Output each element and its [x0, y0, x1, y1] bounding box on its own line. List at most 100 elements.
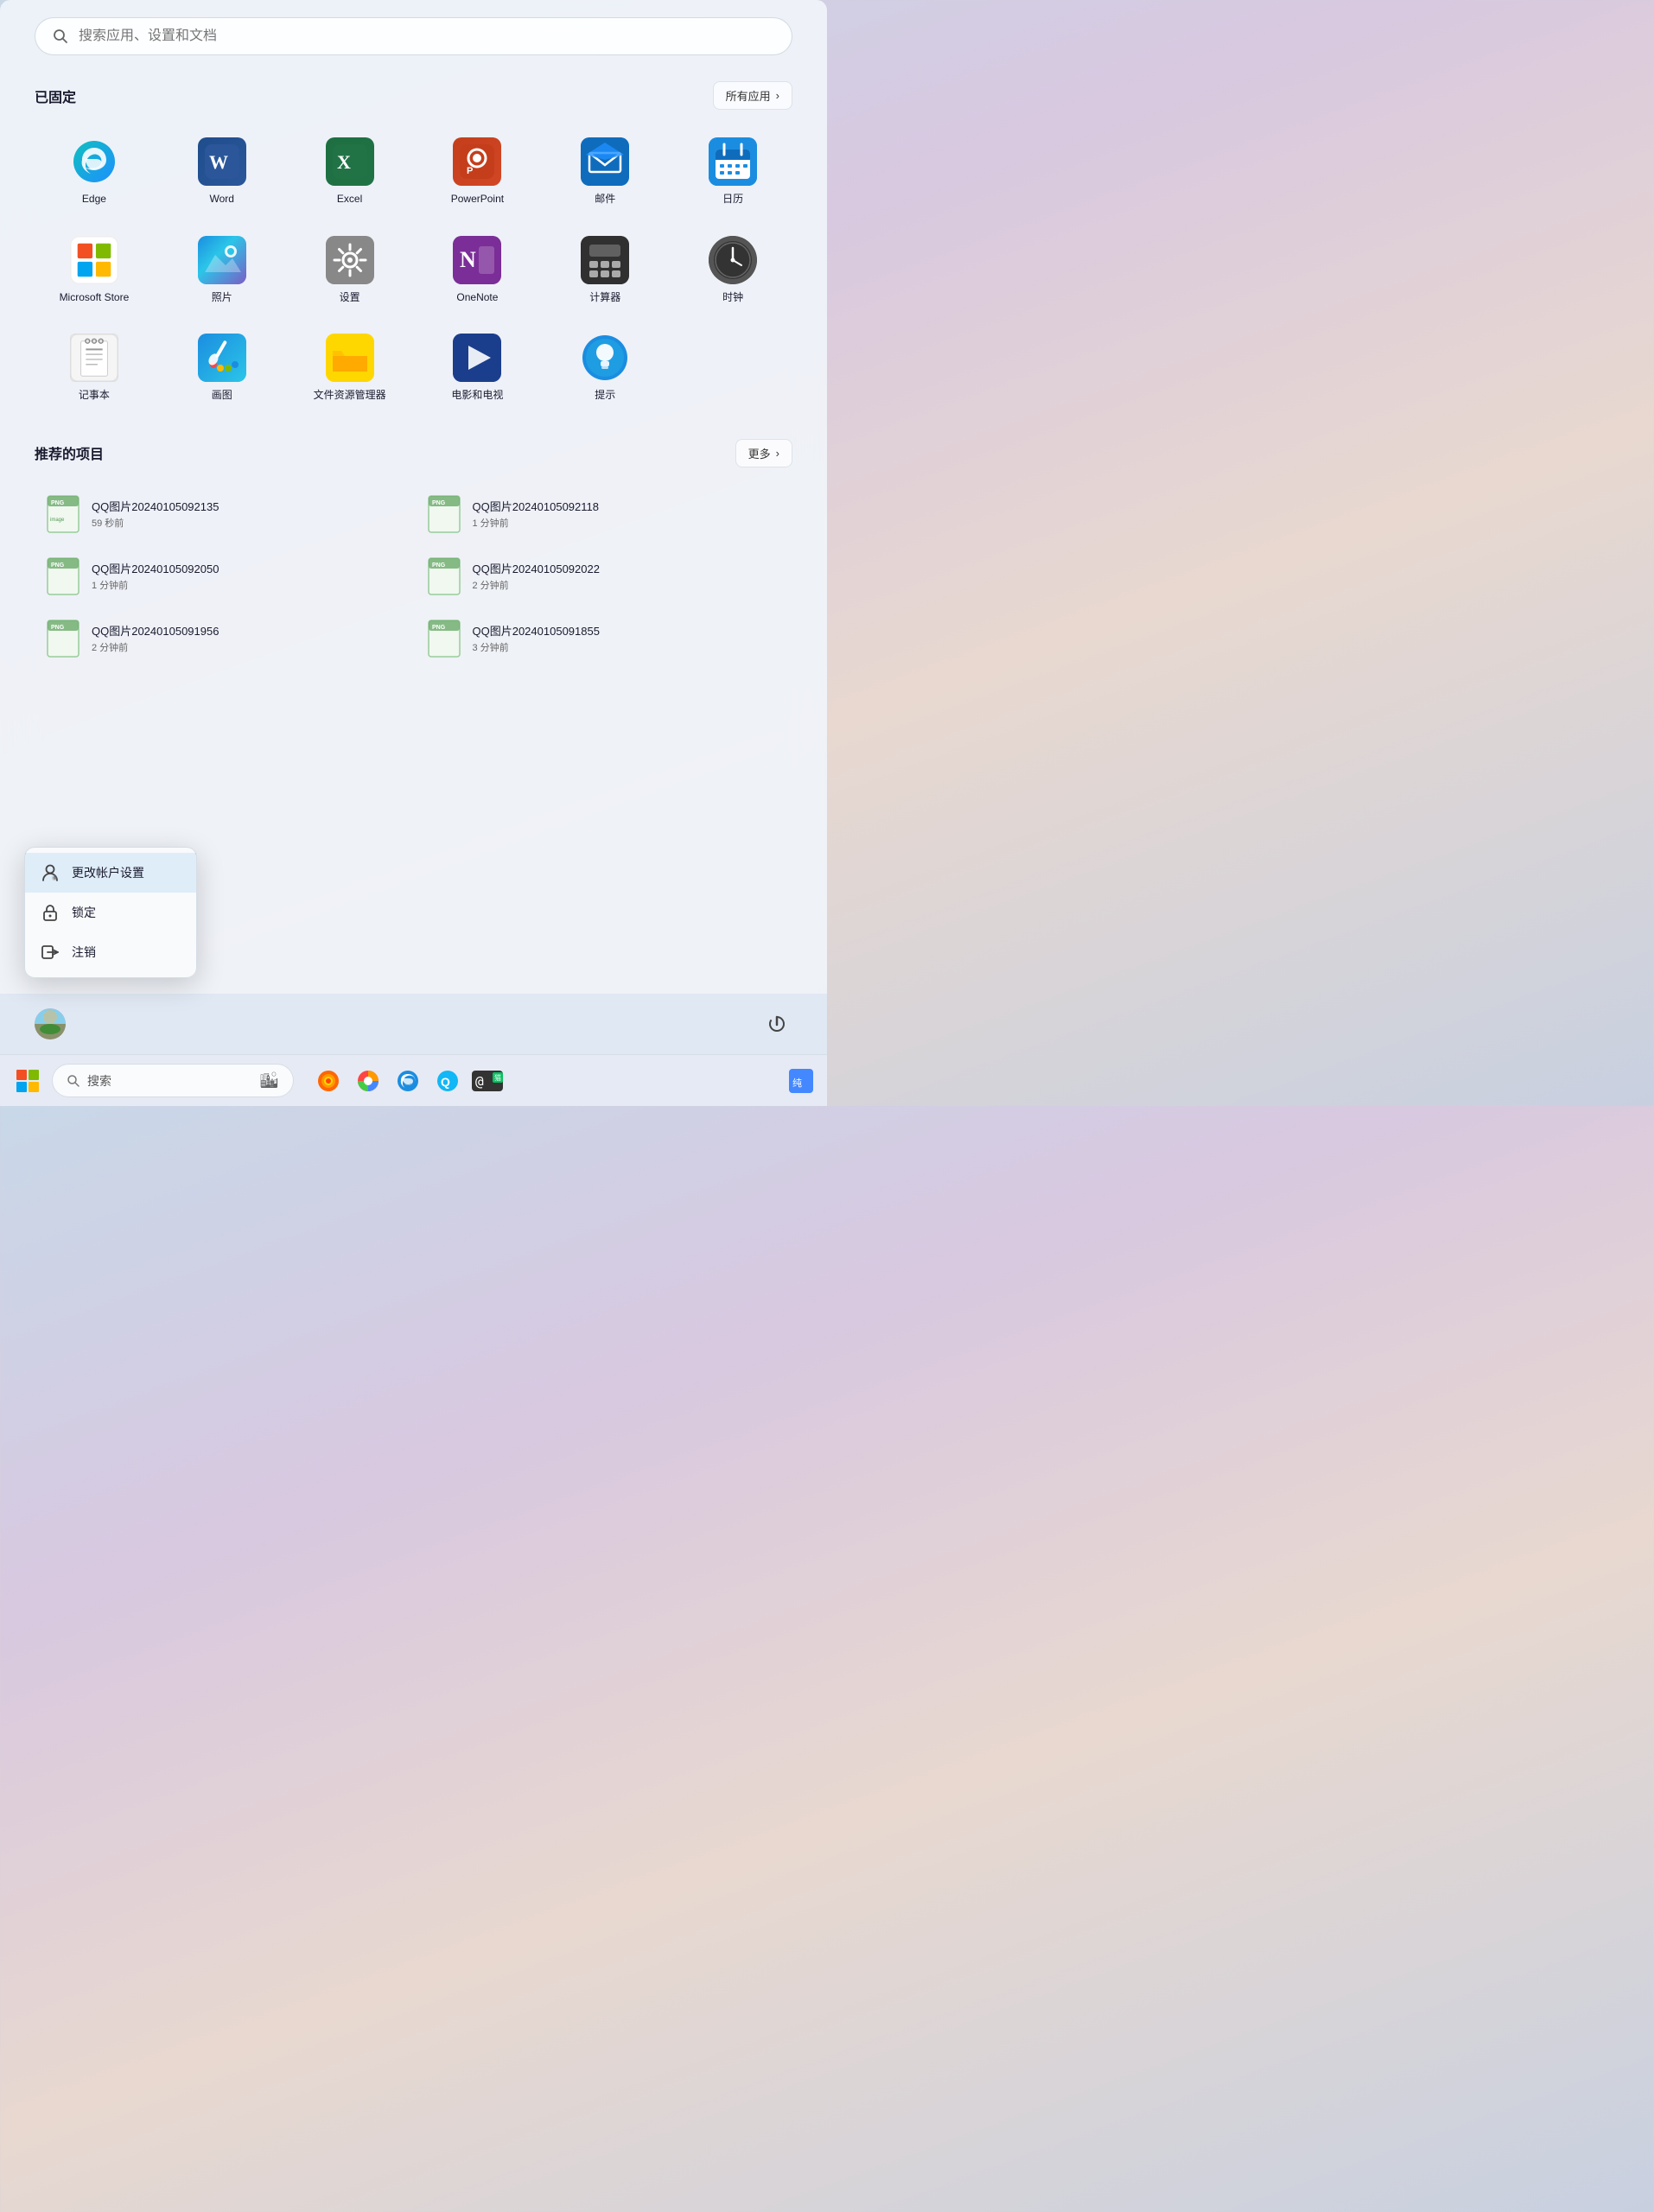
app-notepad-label: 记事本	[79, 389, 110, 403]
settings-icon	[326, 236, 374, 284]
app-onenote[interactable]: N OneNote	[417, 226, 537, 315]
app-notepad[interactable]: 记事本	[35, 323, 154, 413]
app-photos[interactable]: 照片	[162, 226, 282, 315]
recommended-title: 推荐的项目	[35, 442, 104, 463]
rec-name-1: QQ图片20240105092135	[92, 498, 400, 514]
taskbar-edge-icon[interactable]	[391, 1064, 425, 1098]
rec-item-1[interactable]: PNG image QQ图片20240105092135 59 秒前	[35, 485, 412, 543]
rec-name-3: QQ图片20240105092050	[92, 560, 400, 576]
rec-info-5: QQ图片20240105091956 2 分钟前	[92, 622, 400, 654]
app-store[interactable]: Microsoft Store	[35, 226, 154, 315]
photos-icon	[198, 236, 246, 284]
recommended-grid: PNG image QQ图片20240105092135 59 秒前 PNG Q…	[35, 485, 792, 668]
excel-icon: X	[333, 144, 367, 179]
onenote-icon: N	[453, 236, 501, 284]
color-wheel-icon	[356, 1069, 380, 1093]
app-explorer[interactable]: 文件资源管理器	[290, 323, 410, 413]
rec-info-6: QQ图片20240105091855 3 分钟前	[473, 622, 781, 654]
notepad-icon	[71, 334, 118, 382]
ctx-account-settings[interactable]: ⚙ 更改帐户设置	[25, 853, 196, 893]
svg-text:⚙: ⚙	[54, 876, 58, 881]
taskbar-right-area: 纯	[786, 1065, 817, 1096]
movies-icon	[453, 334, 501, 382]
store-icon	[71, 236, 118, 284]
taskbar-wechat-cat-icon[interactable]: @ 猫	[470, 1064, 505, 1098]
svg-text:Q: Q	[441, 1075, 450, 1089]
rec-info-4: QQ图片20240105092022 2 分钟前	[473, 560, 781, 592]
qq-icon: Q	[436, 1069, 460, 1093]
app-onenote-label: OneNote	[456, 291, 498, 305]
app-word-label: Word	[210, 193, 234, 207]
edge-icon	[70, 137, 118, 186]
svg-text:猫: 猫	[494, 1073, 501, 1082]
rec-item-4[interactable]: PNG QQ图片20240105092022 2 分钟前	[416, 547, 793, 606]
search-icon	[53, 29, 68, 44]
rec-name-5: QQ图片20240105091956	[92, 622, 400, 639]
rec-time-1: 59 秒前	[92, 516, 400, 530]
all-apps-button[interactable]: 所有应用 ›	[713, 81, 792, 110]
svg-text:PNG: PNG	[432, 563, 446, 569]
taskbar-logo-icon: 纯	[786, 1065, 817, 1096]
app-edge[interactable]: Edge	[35, 127, 154, 217]
city-icon: 🏙	[259, 1071, 279, 1090]
windows-logo-icon	[16, 1069, 40, 1093]
rec-time-2: 1 分钟前	[473, 516, 781, 530]
rec-item-5[interactable]: PNG QQ图片20240105091956 2 分钟前	[35, 609, 412, 668]
app-movies[interactable]: 电影和电视	[417, 323, 537, 413]
app-clock-label: 时钟	[722, 291, 743, 305]
taskbar-search-bar[interactable]: 搜索 🏙	[52, 1064, 294, 1097]
pinned-section-header: 已固定 所有应用 ›	[35, 81, 792, 110]
app-paint[interactable]: 画图	[162, 323, 282, 413]
app-calculator-label: 计算器	[589, 291, 620, 305]
taskbar-search-text: 搜索	[87, 1072, 111, 1090]
svg-text:P: P	[467, 166, 473, 176]
rec-item-6[interactable]: PNG QQ图片20240105091855 3 分钟前	[416, 609, 793, 668]
user-avatar	[35, 1008, 66, 1039]
svg-text:@: @	[475, 1073, 484, 1090]
more-button[interactable]: 更多 ›	[735, 439, 792, 467]
rec-item-3[interactable]: PNG QQ图片20240105092050 1 分钟前	[35, 547, 412, 606]
rec-time-5: 2 分钟前	[92, 640, 400, 654]
context-menu: ⚙ 更改帐户设置 锁定 注销	[24, 847, 197, 978]
app-word[interactable]: W Word	[162, 127, 282, 217]
rec-item-2[interactable]: PNG QQ图片20240105092118 1 分钟前	[416, 485, 793, 543]
app-edge-label: Edge	[82, 193, 106, 207]
taskbar-firefox-icon[interactable]	[311, 1064, 346, 1098]
png-file-icon-1: PNG image	[47, 495, 80, 533]
svg-text:PNG: PNG	[51, 500, 65, 506]
png-file-icon-5: PNG	[47, 620, 80, 658]
ctx-signout[interactable]: 注销	[25, 932, 196, 972]
clock-icon	[709, 236, 757, 284]
app-movies-label: 电影和电视	[451, 389, 503, 403]
search-bar[interactable]	[35, 17, 792, 55]
taskbar-qq-icon[interactable]: Q	[430, 1064, 465, 1098]
app-mail-label: 邮件	[595, 193, 615, 207]
ctx-lock-label: 锁定	[72, 904, 96, 921]
rec-info-1: QQ图片20240105092135 59 秒前	[92, 498, 400, 530]
ctx-lock[interactable]: 锁定	[25, 893, 196, 932]
app-powerpoint[interactable]: P PowerPoint	[417, 127, 537, 217]
png-file-icon-3: PNG	[47, 557, 80, 595]
user-area[interactable]	[35, 1008, 87, 1039]
search-input[interactable]	[79, 29, 774, 44]
taskbar-search-icon	[67, 1074, 80, 1088]
app-settings-label: 设置	[340, 291, 360, 305]
app-clock[interactable]: 时钟	[673, 226, 792, 315]
wechat-cat-icon: @ 猫	[472, 1069, 503, 1093]
power-button[interactable]	[761, 1008, 792, 1039]
app-tips[interactable]: 提示	[545, 323, 665, 413]
tips-icon	[581, 334, 629, 382]
app-excel[interactable]: X Excel	[290, 127, 410, 217]
taskbar-color-icon[interactable]	[351, 1064, 385, 1098]
svg-text:PNG: PNG	[51, 625, 65, 631]
app-settings[interactable]: 设置	[290, 226, 410, 315]
firefox-icon	[316, 1069, 340, 1093]
app-calendar[interactable]: 日历	[673, 127, 792, 217]
mail-icon	[581, 137, 629, 186]
app-calculator[interactable]: 计算器	[545, 226, 665, 315]
png-file-icon-2: PNG	[428, 495, 461, 533]
app-mail[interactable]: 邮件	[545, 127, 665, 217]
taskbar-start-button[interactable]	[10, 1064, 45, 1098]
rec-info-2: QQ图片20240105092118 1 分钟前	[473, 498, 781, 530]
svg-text:PNG: PNG	[432, 625, 446, 631]
